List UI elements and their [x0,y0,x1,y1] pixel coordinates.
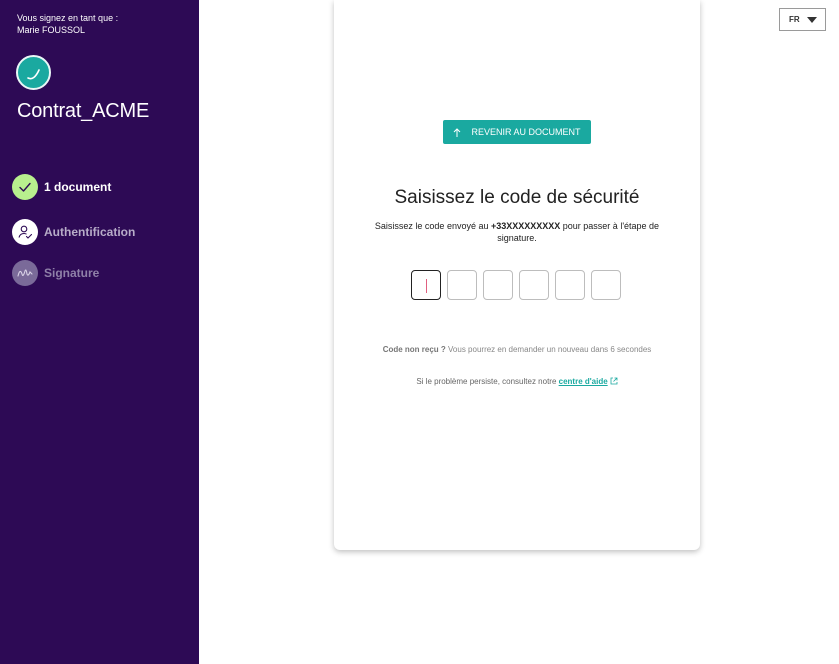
step-signature[interactable]: Signature [12,260,99,286]
check-icon [12,174,38,200]
code-digit-input[interactable] [555,270,585,300]
instructions-prefix: Saisissez le code envoyé au [374,221,491,231]
text-caret [426,279,427,293]
user-check-icon [12,219,38,245]
signature-icon [12,260,38,286]
signer-label: Vous signez en tant que : [17,13,119,23]
arrow-up-icon [454,127,461,137]
back-to-document-button[interactable]: REVENIR AU DOCUMENT [443,120,591,144]
step-authentication-label: Authentification [44,225,136,239]
step-signature-label: Signature [44,266,100,280]
code-digit-input[interactable] [519,270,549,300]
code-digit-input[interactable] [447,270,477,300]
code-digit-input[interactable] [591,270,621,300]
code-digit-input[interactable] [483,270,513,300]
phone-number: +33XXXXXXXXX [490,221,561,231]
code-digit-input[interactable] [411,270,441,300]
signer-name: Marie FOUSSOL [17,25,86,35]
step-authentication[interactable]: Authentification [12,219,135,245]
resend-countdown: Vous pourrez en demander un nouveau dans… [445,345,652,354]
external-link-icon [610,377,618,385]
document-title: Contrat_ACME [17,100,150,122]
back-to-document-label: REVENIR AU DOCUMENT [471,127,581,137]
language-value: FR [789,15,800,24]
logo-icon [16,55,51,90]
step-documents[interactable]: 1 document [12,174,111,200]
help-center-link[interactable]: centre d'aide [559,377,608,386]
chevron-down-icon [807,17,817,23]
resend-prefix: Code non reçu ? [382,345,446,354]
step-documents-label: 1 document [44,180,112,194]
help-text: Si le problème persiste, consultez notre… [334,377,700,386]
sidebar: Vous signez en tant que : Marie FOUSSOL … [0,0,199,664]
resend-info: Code non reçu ? Vous pourrez en demander… [334,345,700,354]
language-select[interactable]: FR [779,8,826,31]
code-inputs [411,270,627,300]
page-title: Saisissez le code de sécurité [394,187,640,208]
help-prefix: Si le problème persiste, consultez notre [416,377,559,386]
instructions-text: Saisissez le code envoyé au +33XXXXXXXXX… [358,220,676,244]
security-code-card: REVENIR AU DOCUMENT Saisissez le code de… [334,0,700,550]
